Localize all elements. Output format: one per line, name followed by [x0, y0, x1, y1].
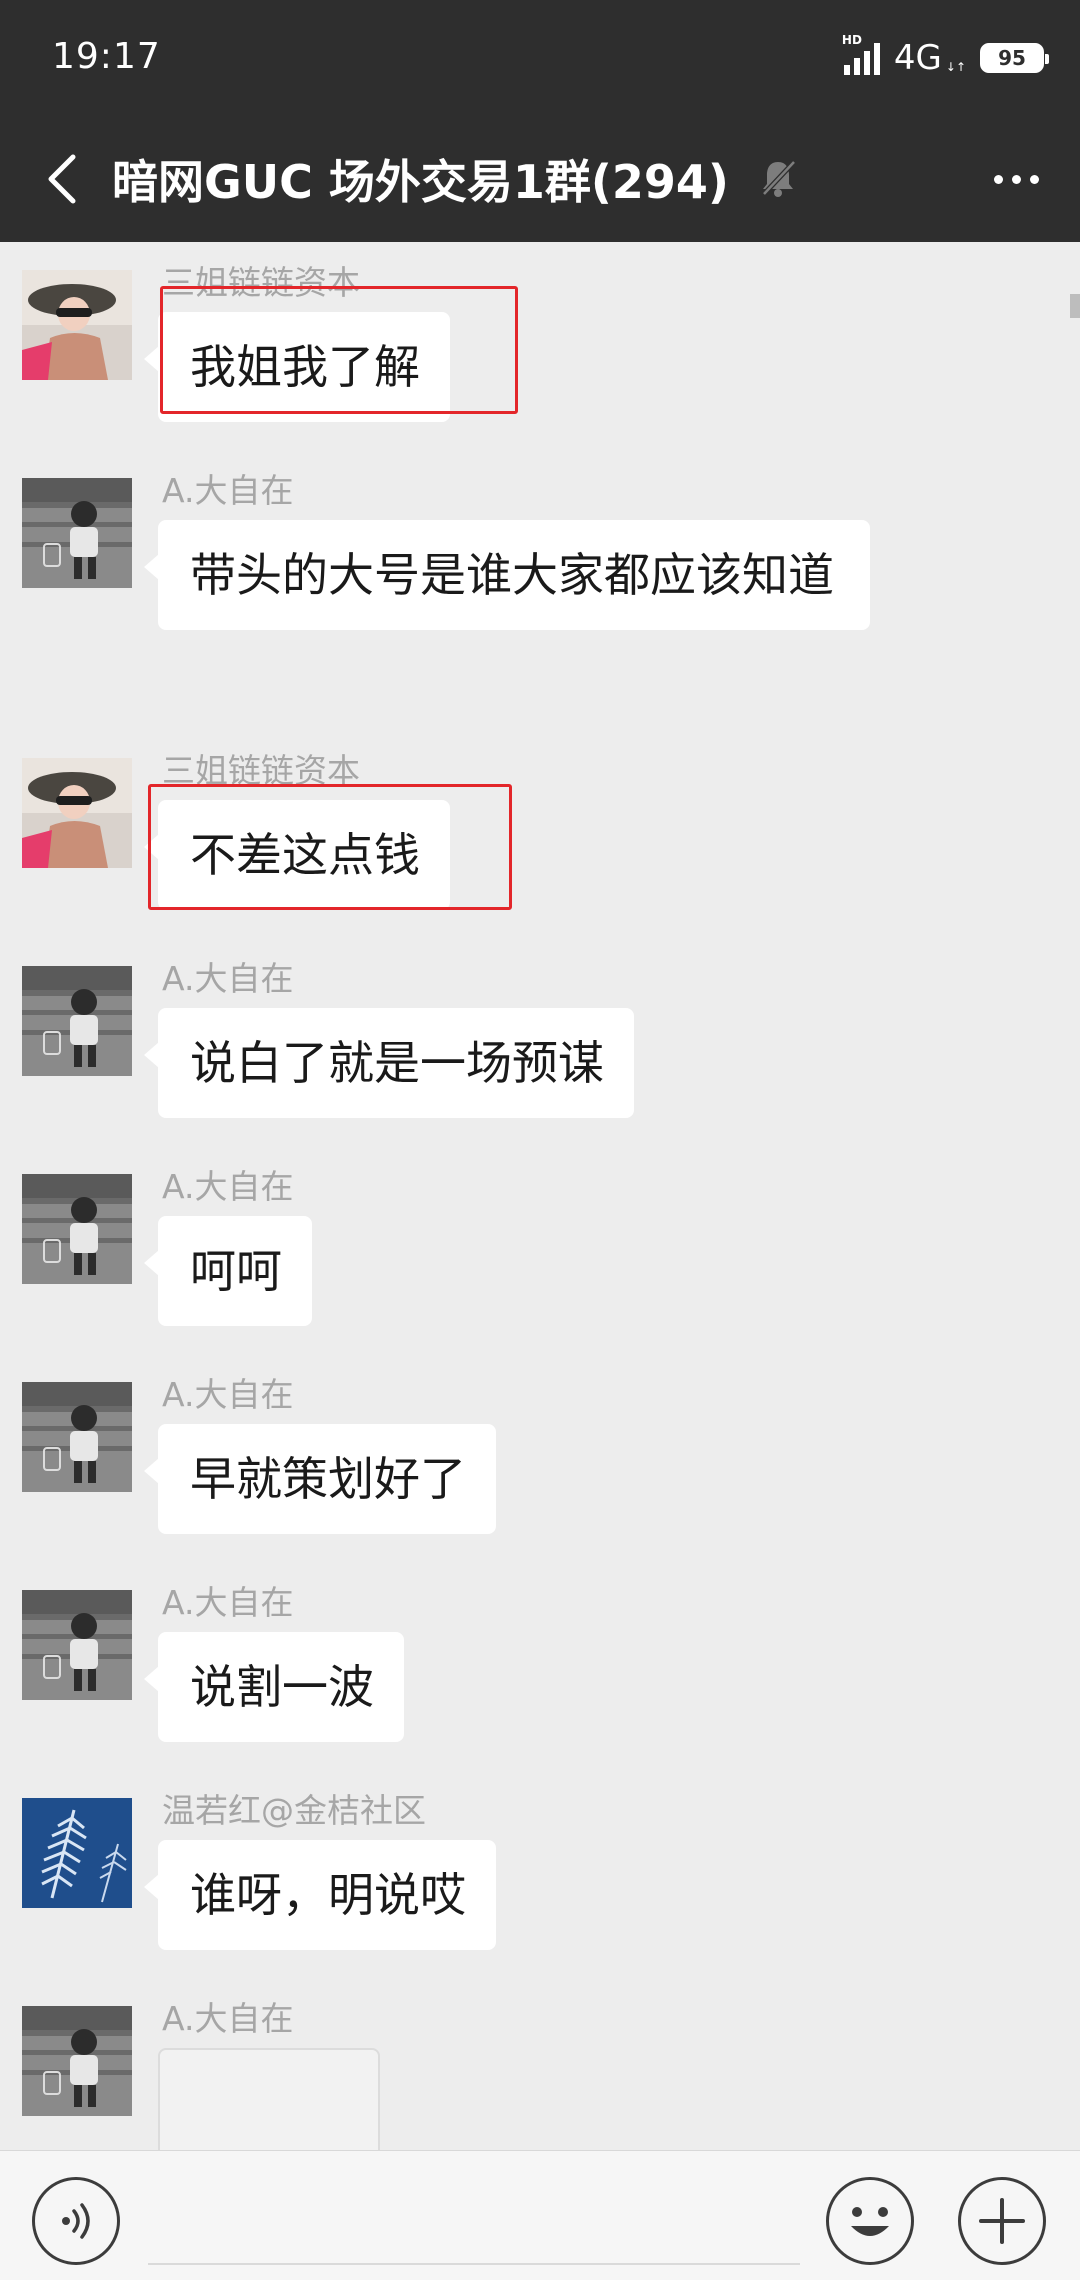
message-bubble[interactable]: 说割一波	[144, 1632, 404, 1742]
avatar[interactable]	[22, 270, 132, 380]
message-bubble[interactable]: 带头的大号是谁大家都应该知道	[144, 520, 870, 630]
sender-name: A.大自在	[162, 1375, 294, 1414]
emoji-button[interactable]	[826, 2177, 914, 2265]
plus-button[interactable]	[958, 2177, 1046, 2265]
avatar[interactable]	[22, 1382, 132, 1492]
more-button[interactable]	[980, 154, 1052, 204]
battery-icon: 95	[980, 43, 1049, 73]
message-bubble[interactable]: 说白了就是一场预谋	[144, 1008, 634, 1118]
message-bubble[interactable]: 谁呀，明说哎	[144, 1840, 496, 1950]
more-dot	[993, 174, 1003, 184]
network-type: 4G	[893, 38, 942, 78]
bell-off-icon	[762, 160, 796, 197]
status-icons: HD 4G ↓↑ 95	[842, 33, 1049, 80]
more-dot	[1011, 174, 1021, 184]
signal-icon: HD	[842, 33, 880, 75]
highlight-box	[148, 784, 512, 910]
voice-icon	[62, 2203, 90, 2239]
network-arrows-icon: ↓↑	[945, 60, 966, 74]
status-bar: 19:17 HD 4G ↓↑ 95	[0, 0, 1080, 116]
avatar[interactable]	[22, 1174, 132, 1284]
more-dot	[1029, 174, 1039, 184]
message-bubble[interactable]: 呵呵	[144, 1216, 312, 1326]
sender-name: A.大自在	[162, 1999, 294, 2038]
scrollbar[interactable]	[1070, 294, 1080, 318]
avatar[interactable]	[22, 1798, 132, 1908]
highlight-box	[160, 286, 518, 414]
sender-name: A.大自在	[162, 471, 294, 510]
sender-name: A.大自在	[162, 1167, 294, 1206]
avatar[interactable]	[22, 478, 132, 588]
avatar[interactable]	[22, 1590, 132, 1700]
chat-title: 暗网GUC 场外交易1群(294)	[112, 155, 729, 209]
avatar[interactable]	[22, 966, 132, 1076]
voice-button[interactable]	[32, 2177, 120, 2265]
smiley-icon	[851, 2207, 889, 2236]
chat-message-list[interactable]: 三姐链链资本 我姐我了解 A.大自在 带头的大号是谁大家都应该知道 三姐链链资本…	[0, 242, 1080, 2150]
chevron-left-icon	[48, 154, 76, 204]
back-button[interactable]	[28, 144, 98, 214]
message-input[interactable]	[148, 2173, 800, 2265]
image-message[interactable]	[158, 2048, 380, 2150]
message-bubble[interactable]: 早就策划好了	[144, 1424, 496, 1534]
avatar[interactable]	[22, 758, 132, 868]
sender-name: A.大自在	[162, 1583, 294, 1622]
input-bar	[0, 2150, 1080, 2280]
plus-icon	[979, 2198, 1025, 2244]
status-time: 19:17	[52, 36, 161, 77]
chat-header: 暗网GUC 场外交易1群(294)	[0, 116, 1080, 242]
sender-name: 温若红@金桔社区	[162, 1791, 426, 1830]
hd-label: HD	[841, 33, 862, 47]
avatar[interactable]	[22, 2006, 132, 2116]
sender-name: A.大自在	[162, 959, 294, 998]
